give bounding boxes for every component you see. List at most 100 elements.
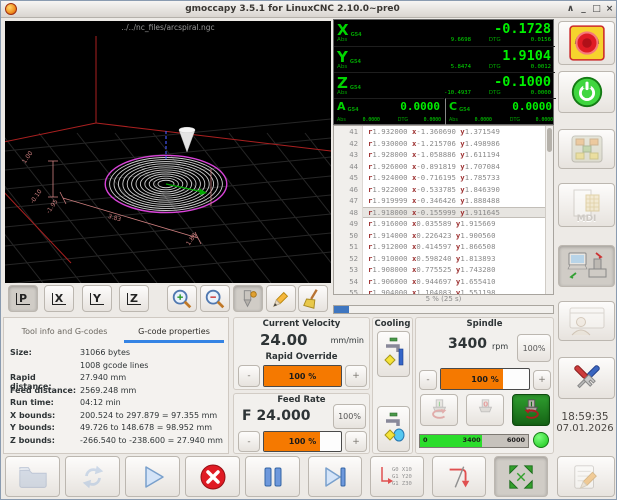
auto-mode-icon — [566, 249, 608, 283]
gcode-view[interactable]: 41r1.932000 x-1.360690 y1.37154942r1.930… — [333, 125, 554, 295]
spindle-reset-button[interactable]: 100% — [517, 334, 551, 362]
maximize-button[interactable]: □ — [590, 4, 603, 14]
settings-button[interactable] — [558, 357, 615, 399]
tab-tool-info[interactable]: Tool info and G-codes — [12, 322, 117, 340]
zoom-in-button[interactable] — [167, 285, 197, 312]
gcode-line-text: r1.904000 x1.104083 y1.551198 — [363, 287, 495, 295]
gcode-line-54[interactable]: 54r1.906000 x0.944697 y1.655410 — [334, 276, 553, 288]
reload-file-button[interactable] — [65, 456, 120, 497]
spindle-override-slider[interactable]: 100 % — [440, 368, 530, 390]
window-title: gmoccapy 3.5.1 for LinuxCNC 2.10.0~pre0 — [21, 4, 564, 14]
gcode-line-52[interactable]: 52r1.910000 x0.598240 y1.813893 — [334, 253, 553, 265]
spindle-ccw-button[interactable] — [420, 394, 458, 426]
toolpath-toggle-button[interactable] — [233, 285, 263, 312]
open-file-button[interactable] — [5, 456, 60, 497]
spindle-speed-bar: 0 3400 6000 — [419, 434, 529, 448]
step-button[interactable] — [308, 456, 362, 497]
mist-coolant-button[interactable] — [377, 331, 410, 377]
edit-gcode-button[interactable] — [557, 456, 615, 497]
rapid-plus-button[interactable]: + — [345, 365, 367, 387]
optional-blocks-button[interactable] — [432, 456, 486, 497]
close-button[interactable]: × — [603, 4, 616, 14]
gcode-line-55[interactable]: 55r1.904000 x1.104083 y1.551198 — [334, 287, 553, 295]
shade-button[interactable]: ∧ — [564, 4, 577, 14]
dro-axis-z[interactable]: ZG54-0.1000Abs-10.4937DTG0.0000 — [334, 72, 555, 99]
spindle-stop-button[interactable]: 0 — [466, 394, 504, 426]
rapid-minus-button[interactable]: - — [238, 365, 260, 387]
feed-minus-button[interactable]: - — [238, 431, 260, 452]
feed-reset-button[interactable]: 100% — [333, 404, 366, 429]
gcode-line-50[interactable]: 50r1.914000 x0.226423 y1.900560 — [334, 230, 553, 242]
rapid-override-slider[interactable]: 100 % — [263, 365, 342, 387]
gcode-line-44[interactable]: 44r1.926000 x-0.891819 y1.707084 — [334, 161, 553, 173]
manual-mode-button[interactable] — [558, 129, 615, 169]
spindle-minus-button[interactable]: - — [419, 370, 437, 390]
gcode-line-45[interactable]: 45r1.924000 x-0.716195 y1.785733 — [334, 172, 553, 184]
property-label — [10, 361, 80, 374]
dro-axis-a[interactable]: AG540.0000Abs0.0000DTG0.0000 — [334, 98, 444, 127]
pause-icon — [258, 462, 288, 492]
gcode-line-46[interactable]: 46r1.922000 x-0.533785 y1.846390 — [334, 184, 553, 196]
gcode-line-text: r1.932000 x-1.360690 y1.371549 — [363, 126, 500, 138]
gcode-line-43[interactable]: 43r1.928000 x-1.058886 y1.611194 — [334, 149, 553, 161]
feed-plus-button[interactable]: + — [345, 431, 367, 452]
view-y-button[interactable]: Y — [82, 285, 112, 312]
property-row: Y bounds:49.726 to 148.678 = 98.952 mm — [10, 423, 224, 436]
clock-time: 18:59:35 — [554, 411, 616, 423]
gcode-line-number: 53 — [334, 264, 363, 276]
stop-button[interactable] — [185, 456, 240, 497]
gremlin-preview[interactable]: ../../nc_files/arcspiral.ngc 1.00 -0.10 … — [5, 21, 331, 283]
view-p-button[interactable]: P — [8, 285, 38, 312]
mdi-mode-button[interactable]: MDI — [558, 183, 615, 227]
dro-axis-x[interactable]: XG54-0.1728Abs9.6698DTG0.0156 — [334, 20, 555, 46]
view-x-label: X — [52, 293, 66, 305]
view-z-button[interactable]: Z — [119, 285, 149, 312]
pause-button[interactable] — [245, 456, 300, 497]
run-from-line-button[interactable]: G0 X10 G1 Y20 G1 Z30 — [370, 456, 424, 497]
spindle-slider-label: 100 % — [441, 369, 529, 389]
zoom-out-button[interactable] — [200, 285, 230, 312]
machine-on-button[interactable] — [558, 71, 615, 113]
zoom-out-icon — [203, 287, 227, 311]
scrollbar-thumb[interactable] — [547, 128, 552, 152]
property-label: Z bounds: — [10, 436, 80, 449]
view-x-button[interactable]: X — [44, 285, 74, 312]
gcode-scrollbar[interactable] — [545, 126, 553, 294]
dro-axis-y[interactable]: YG541.9104Abs5.8474DTG0.0012 — [334, 46, 555, 73]
user-tabs-button[interactable] — [558, 301, 615, 341]
minimize-button[interactable]: _ — [577, 4, 590, 14]
estop-button[interactable] — [558, 21, 615, 65]
spindle-cw-button[interactable] — [512, 394, 550, 426]
flood-coolant-button[interactable] — [377, 406, 410, 452]
run-button[interactable] — [125, 456, 180, 497]
property-row: 1008 gcode lines — [10, 361, 224, 374]
gcode-line-47[interactable]: 47r1.919999 x-0.346426 y1.888488 — [334, 195, 553, 207]
gcode-line-42[interactable]: 42r1.930000 x-1.215706 y1.498986 — [334, 138, 553, 150]
gcode-line-49[interactable]: 49r1.916000 x0.035589 y1.915669 — [334, 218, 553, 230]
dro-sub-row: Abs9.6698DTG0.0156 — [334, 37, 555, 45]
edit-button[interactable] — [266, 285, 296, 312]
gcode-line-51[interactable]: 51r1.912000 x0.414597 y1.866508 — [334, 241, 553, 253]
gcode-line-number: 46 — [334, 184, 363, 196]
gcode-line-53[interactable]: 53r1.908000 x0.775525 y1.743280 — [334, 264, 553, 276]
auto-mode-button[interactable] — [558, 245, 615, 287]
property-value: 1008 gcode lines — [80, 361, 148, 374]
fullscreen-preview-button[interactable] — [494, 456, 548, 497]
gcode-line-48[interactable]: 48r1.918000 x-0.155999 y1.911645 — [334, 207, 553, 219]
gcode-line-41[interactable]: 41r1.932000 x-1.360690 y1.371549 — [334, 126, 553, 138]
clear-plot-button[interactable] — [298, 285, 328, 312]
property-row: Feed distance:2569.248 mm — [10, 386, 224, 399]
spindle-plus-button[interactable]: + — [533, 370, 551, 390]
feed-rate-frame: Feed Rate F 24.000 100% - 100 % + — [233, 393, 370, 454]
gcode-line-text: r1.908000 x0.775525 y1.743280 — [363, 264, 495, 276]
mist-icon — [382, 337, 406, 371]
toolpath-plot — [5, 21, 331, 283]
info-notebook: Tool info and G-codes G-code properties … — [3, 317, 229, 454]
feed-override-slider[interactable]: 100 % — [263, 431, 342, 452]
rapid-override-title: Rapid Override — [234, 352, 369, 362]
rfl-line2: G1 Y20 — [392, 474, 412, 480]
clock: 18:59:35 07.01.2026 — [554, 411, 616, 434]
spindle-title: Spindle — [416, 319, 553, 329]
dro-axis-c[interactable]: CG540.0000Abs0.0000DTG0.0000 — [445, 98, 556, 127]
tab-gcode-properties[interactable]: G-code properties — [124, 322, 224, 343]
